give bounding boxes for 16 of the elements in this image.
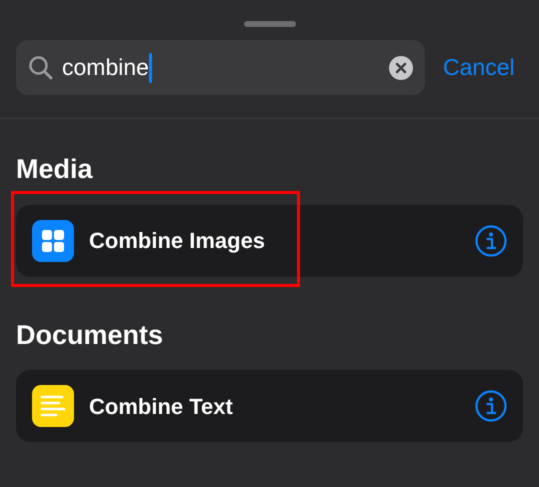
search-icon bbox=[28, 54, 54, 80]
grid-icon bbox=[32, 220, 74, 262]
action-label: Combine Images bbox=[89, 227, 266, 255]
cancel-button[interactable]: Cancel bbox=[443, 50, 515, 85]
search-text: combine bbox=[62, 53, 149, 82]
section-heading: Media bbox=[16, 153, 94, 186]
section-heading: Documents bbox=[16, 318, 164, 352]
action-row[interactable]: Combine Text bbox=[16, 370, 523, 442]
search-field[interactable]: combine bbox=[16, 40, 425, 95]
info-icon[interactable] bbox=[475, 390, 507, 422]
grabber-handle[interactable] bbox=[244, 21, 296, 27]
info-icon[interactable] bbox=[475, 224, 507, 256]
text-lines-icon bbox=[32, 385, 74, 427]
action-label: Combine Text bbox=[89, 392, 234, 420]
action-row[interactable]: Combine Images bbox=[16, 204, 523, 276]
clear-icon[interactable] bbox=[389, 56, 413, 80]
